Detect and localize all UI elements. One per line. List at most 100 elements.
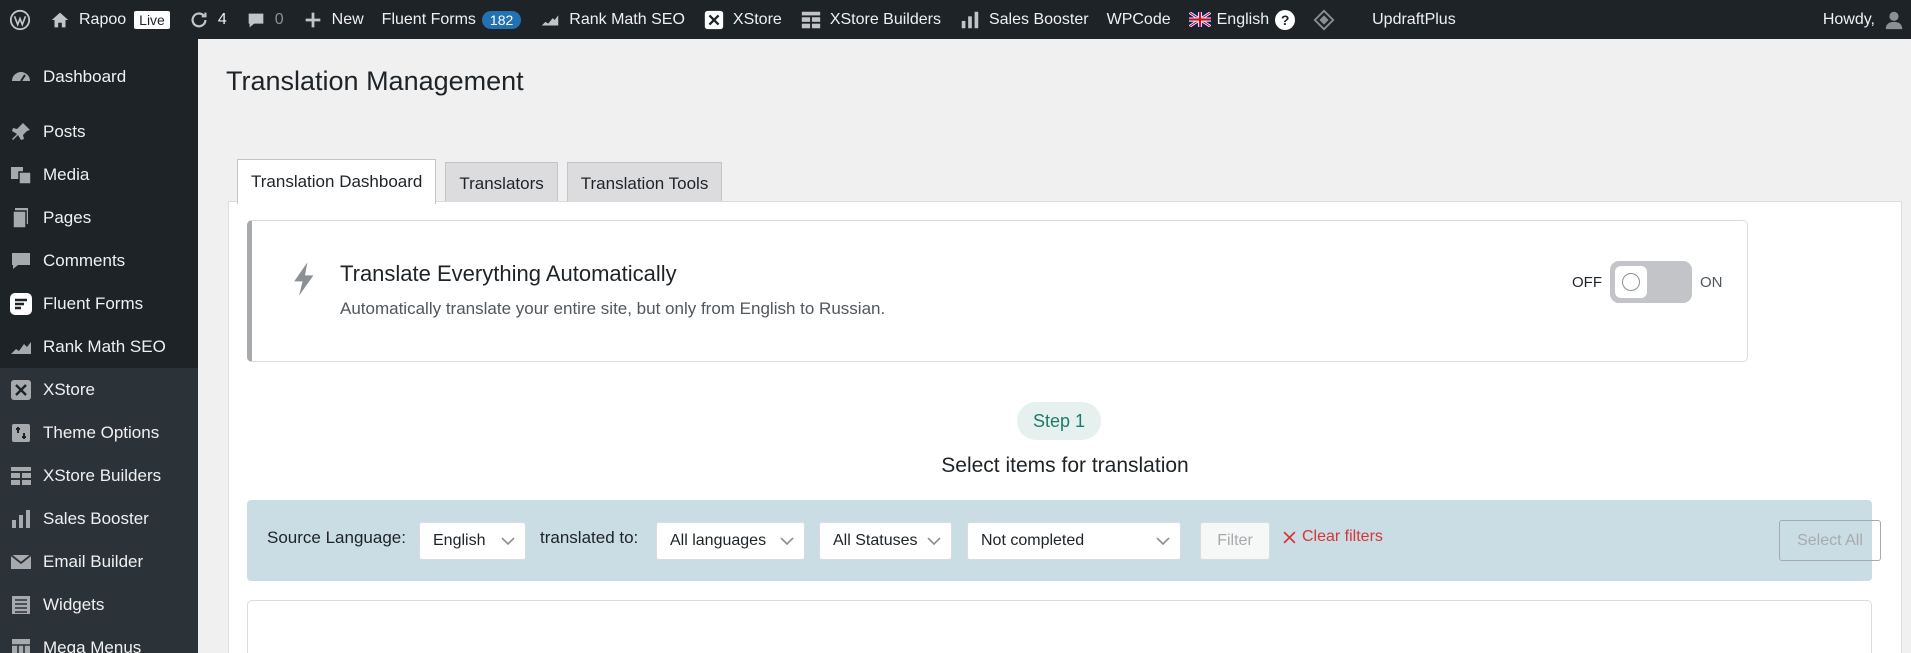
tab-translation-dashboard[interactable]: Translation Dashboard (237, 159, 437, 204)
language-switcher[interactable]: English ? (1180, 0, 1304, 39)
comments-menu[interactable]: 0 (236, 0, 293, 39)
sidebar-item-label: Pages (43, 207, 92, 227)
xstore-builders-menu[interactable]: XStore Builders (791, 0, 950, 39)
source-language-value: English (433, 532, 486, 549)
sidebar-item-label: Mega Menus (43, 637, 142, 653)
page-title: Translation Management (226, 66, 524, 96)
clear-filters-link[interactable]: Clear filters (1283, 528, 1383, 546)
sidebar-item-label: Media (43, 164, 90, 184)
sidebar-item-label: Theme Options (43, 422, 160, 442)
select-all-button[interactable]: Select All (1779, 520, 1881, 561)
sidebar-item-sales-booster[interactable]: Sales Booster (0, 497, 198, 540)
sidebar-item-label: Fluent Forms (43, 293, 144, 313)
sidebar-item-pages[interactable]: Pages (0, 196, 198, 239)
wpcode-label: WPCode (1106, 10, 1171, 28)
step-badge: Step 1 (1017, 402, 1101, 440)
tab-translation-tools[interactable]: Translation Tools (566, 162, 723, 204)
sidebar-item-comments[interactable]: Comments (0, 239, 198, 282)
source-language-select[interactable]: English (419, 522, 526, 560)
main-content: Translation Management Translation Dashb… (198, 39, 1911, 653)
chevron-down-icon (1156, 537, 1170, 546)
step-title: Select items for translation (941, 454, 1189, 477)
my-account-menu[interactable]: Howdy, (1814, 0, 1905, 39)
help-icon[interactable]: ? (1275, 9, 1296, 30)
sidebar-item-theme-options[interactable]: Theme Options (0, 411, 198, 454)
wpcode-menu[interactable]: WPCode (1098, 0, 1180, 39)
sidebar-item-label: Widgets (43, 594, 105, 614)
toggle-knob (1615, 266, 1647, 298)
lightning-icon (294, 262, 314, 296)
new-label: New (331, 10, 364, 28)
auto-translate-toggle[interactable] (1610, 261, 1692, 303)
sidebar-item-dashboard[interactable]: Dashboard (0, 55, 198, 98)
status-select[interactable]: All Statuses (819, 522, 952, 560)
xstore-label: XStore (732, 10, 782, 28)
sidebar-item-fluent-forms[interactable]: Fluent Forms (0, 282, 198, 325)
sidebar-item-media[interactable]: Media (0, 153, 198, 196)
xstore-menu[interactable]: XStore (694, 0, 791, 39)
language-label: English (1216, 10, 1270, 28)
home-icon (51, 12, 69, 27)
fluent-forms-icon (10, 292, 32, 315)
diamond-menu[interactable] (1304, 0, 1352, 39)
auto-translate-description: Automatically translate your entire site… (340, 299, 886, 318)
sidebar-item-label: Posts (43, 121, 86, 141)
tab-bar: Translation Dashboard Translators Transl… (237, 159, 731, 204)
rank-math-label: Rank Math SEO (569, 10, 685, 28)
avatar-icon (1885, 11, 1903, 29)
site-name: Rapoo (79, 10, 127, 28)
updates-menu[interactable]: 4 (179, 0, 236, 39)
media-icon (11, 166, 32, 185)
sidebar-item-widgets[interactable]: Widgets (0, 583, 198, 626)
sidebar-item-xstore[interactable]: XStore (0, 368, 198, 411)
rank-math-menu[interactable]: Rank Math SEO (530, 0, 694, 39)
close-icon (1283, 530, 1296, 544)
widgets-icon (12, 595, 30, 614)
mega-menu-icon (12, 638, 30, 653)
fluent-forms-menu[interactable]: Fluent Forms 182 (373, 0, 531, 39)
sidebar-item-label: Rank Math SEO (43, 336, 166, 356)
tab-translators[interactable]: Translators (445, 162, 558, 204)
target-language-value: All languages (670, 532, 767, 549)
rank-math-icon (11, 341, 31, 354)
target-language-select[interactable]: All languages (656, 522, 805, 560)
builders-icon (801, 11, 820, 28)
comment-icon (248, 13, 264, 27)
sidebar-item-email-builder[interactable]: Email Builder (0, 540, 198, 583)
sidebar-item-label: Email Builder (43, 551, 144, 571)
sidebar-item-xstore-builders[interactable]: XStore Builders (0, 454, 198, 497)
wordpress-logo-icon (9, 9, 31, 30)
xstore-builders-label: XStore Builders (829, 10, 941, 28)
bar-chart-icon (12, 509, 30, 528)
pages-icon (12, 207, 28, 229)
updraftplus-menu[interactable]: UpdraftPlus (1352, 0, 1465, 39)
xstore-icon (11, 379, 31, 400)
xstore-icon (704, 10, 724, 29)
fluent-forms-count: 182 (481, 10, 522, 29)
envelope-icon (10, 553, 32, 569)
dashboard-panel: Translate Everything Automatically Autom… (228, 201, 1902, 653)
dashboard-icon (12, 71, 30, 82)
auto-translate-toggle-group: OFF ON (1572, 261, 1723, 303)
rank-math-icon (542, 14, 559, 25)
toggle-on-label: ON (1700, 273, 1723, 291)
site-name-menu[interactable]: Rapoo Live (40, 0, 179, 39)
sidebar-item-mega-menus[interactable]: Mega Menus (0, 626, 198, 653)
admin-sidebar: Dashboard Posts Media Pages Comments Flu… (0, 39, 198, 653)
updraftplus-label: UpdraftPlus (1372, 10, 1456, 28)
filter-button[interactable]: Filter (1200, 522, 1270, 560)
sidebar-item-rank-math[interactable]: Rank Math SEO (0, 325, 198, 368)
chevron-down-icon (501, 537, 515, 546)
completion-select[interactable]: Not completed (967, 522, 1181, 560)
wordpress-logo-menu[interactable] (0, 0, 40, 39)
builders-icon (11, 466, 31, 485)
bar-chart-icon (961, 11, 979, 28)
source-language-label: Source Language: (267, 528, 406, 547)
new-content-menu[interactable]: New (293, 0, 373, 39)
updates-icon (191, 11, 207, 27)
sales-booster-menu[interactable]: Sales Booster (950, 0, 1098, 39)
clear-filters-label: Clear filters (1302, 528, 1383, 545)
updates-count: 4 (217, 10, 227, 28)
sidebar-item-posts[interactable]: Posts (0, 110, 198, 153)
sidebar-item-label: Comments (43, 250, 126, 270)
